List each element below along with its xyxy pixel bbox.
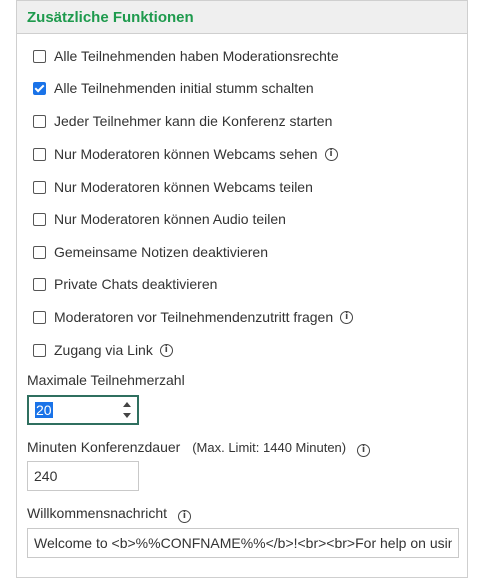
panel-header: Zusätzliche Funktionen (17, 0, 467, 34)
info-icon[interactable]: i (177, 510, 191, 523)
option-anyone-can-start[interactable]: Jeder Teilnehmer kann die Konferenz star… (33, 111, 332, 131)
option-mod-see-webcams[interactable]: Nur Moderatoren können Webcams sehen i (33, 144, 338, 164)
info-icon[interactable]: i (340, 310, 354, 324)
max-participants-stepper[interactable]: 20 (27, 395, 139, 425)
welcome-label: Willkommensnachricht (27, 505, 168, 521)
duration-label: Minuten Konferenzdauer (27, 439, 181, 455)
option-access-via-link[interactable]: Zugang via Link i (33, 340, 173, 360)
mute-initially-checkbox[interactable] (33, 81, 46, 95)
anyone-can-start-checkbox[interactable] (33, 114, 46, 128)
info-icon[interactable]: i (324, 147, 338, 161)
option-label: Nur Moderatoren können Webcams sehen (54, 146, 318, 162)
arrow-up-icon[interactable] (123, 402, 131, 407)
option-label: Alle Teilnehmenden initial stumm schalte… (54, 80, 314, 96)
option-label: Moderatoren vor Teilnehmendenzutritt fra… (54, 309, 334, 325)
panel-title: Zusätzliche Funktionen (27, 8, 194, 26)
moderation-rights-checkbox[interactable] (33, 49, 46, 63)
option-label: Jeder Teilnehmer kann die Konferenz star… (54, 113, 333, 129)
option-moderation-rights[interactable]: Alle Teilnehmenden haben Moderationsrech… (33, 46, 339, 66)
option-label: Nur Moderatoren können Audio teilen (54, 211, 286, 227)
stepper-arrows[interactable] (123, 402, 131, 418)
option-disable-notes[interactable]: Gemeinsame Notizen deaktivieren (33, 242, 268, 262)
mod-share-webcams-checkbox[interactable] (33, 180, 46, 194)
welcome-message-input[interactable]: Welcome to <b>%%CONFNAME%%</b>!<br><br>F… (27, 528, 459, 558)
welcome-message-value: Welcome to <b>%%CONFNAME%%</b>!<br><br>F… (34, 535, 452, 551)
arrow-down-icon[interactable] (123, 413, 131, 418)
welcome-label-row: Willkommensnachricht i (27, 505, 191, 523)
option-label: Nur Moderatoren können Webcams teilen (54, 179, 313, 195)
info-icon[interactable]: i (159, 343, 173, 357)
access-via-link-checkbox[interactable] (33, 343, 46, 357)
additional-features-panel: Zusätzliche Funktionen Alle Teilnehmende… (16, 0, 468, 578)
mod-see-webcams-checkbox[interactable] (33, 147, 46, 161)
duration-hint: (Max. Limit: 1440 Minuten) (192, 440, 347, 455)
info-icon[interactable]: i (357, 444, 371, 457)
option-label: Private Chats deaktivieren (54, 276, 218, 292)
disable-private-chats-checkbox[interactable] (33, 277, 46, 291)
option-label: Gemeinsame Notizen deaktivieren (54, 244, 268, 260)
duration-label-row: Minuten Konferenzdauer (Max. Limit: 1440… (27, 439, 371, 457)
duration-value: 240 (34, 468, 58, 484)
duration-input[interactable]: 240 (27, 461, 139, 491)
option-mod-share-webcams[interactable]: Nur Moderatoren können Webcams teilen (33, 177, 313, 197)
mod-share-audio-checkbox[interactable] (33, 212, 46, 226)
disable-notes-checkbox[interactable] (33, 245, 46, 259)
option-label: Alle Teilnehmenden haben Moderationsrech… (54, 48, 339, 64)
max-participants-label: Maximale Teilnehmerzahl (27, 372, 185, 388)
option-ask-moderator[interactable]: Moderatoren vor Teilnehmendenzutritt fra… (33, 307, 354, 327)
max-participants-value: 20 (35, 402, 53, 418)
ask-moderator-checkbox[interactable] (33, 310, 46, 324)
option-disable-private-chats[interactable]: Private Chats deaktivieren (33, 274, 217, 294)
option-mod-share-audio[interactable]: Nur Moderatoren können Audio teilen (33, 209, 286, 229)
option-label: Zugang via Link (54, 342, 153, 358)
option-mute-initially[interactable]: Alle Teilnehmenden initial stumm schalte… (33, 78, 314, 98)
